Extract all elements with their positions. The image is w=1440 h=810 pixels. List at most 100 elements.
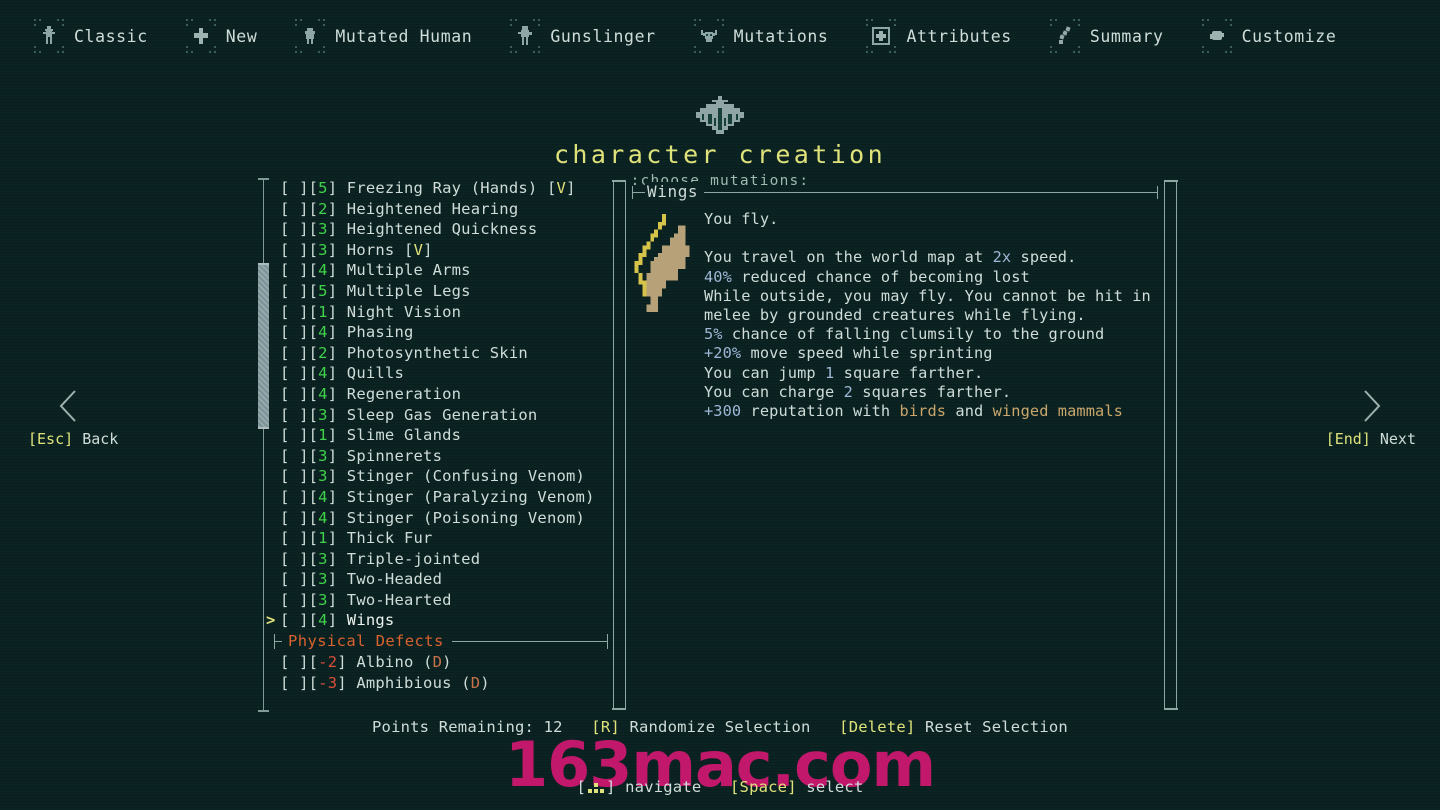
- checkbox[interactable]: [ ]: [280, 674, 309, 692]
- detail-line: While outside, you may fly. You cannot b…: [704, 286, 1151, 305]
- point-cost: 5: [318, 281, 328, 300]
- mutation-row[interactable]: [ ][1] Thick Fur: [280, 528, 608, 549]
- detail-line: +300 reputation with birds and winged ma…: [704, 402, 1160, 421]
- point-cost: 3: [318, 570, 328, 589]
- mutation-row[interactable]: [ ][3] Two-Hearted: [280, 590, 608, 611]
- mutation-row[interactable]: [ ][3] Spinnerets: [280, 446, 608, 467]
- point-cost: 3: [318, 467, 328, 486]
- checkbox[interactable]: [ ]: [280, 241, 309, 259]
- mutation-row[interactable]: [ ][3] Horns [V]: [280, 240, 608, 261]
- mutation-row[interactable]: [ ][3] Triple-jointed: [280, 549, 608, 570]
- mutation-name: Stinger (Poisoning Venom): [346, 508, 586, 527]
- checkbox[interactable]: [ ]: [280, 220, 309, 238]
- detail-frame-cap-bl: [612, 708, 626, 710]
- mutation-row[interactable]: [ ][3] Heightened Quickness: [280, 219, 608, 240]
- checkbox[interactable]: [ ]: [280, 488, 309, 506]
- mutation-row[interactable]: >[ ][4] Wings: [266, 610, 608, 631]
- mutation-row[interactable]: [ ][5] Freezing Ray (Hands) [V]: [280, 178, 608, 199]
- wing-sprite-icon: [630, 210, 698, 320]
- nav-item-summary[interactable]: Summary: [1049, 13, 1202, 59]
- checkbox[interactable]: [ ]: [280, 282, 309, 300]
- list-scrollbar[interactable]: [258, 178, 269, 712]
- checkbox[interactable]: [ ]: [280, 591, 309, 609]
- mutation-name: Heightened Hearing: [346, 199, 519, 218]
- detail-line: 5% chance of falling clumsily to the gro…: [704, 325, 1160, 344]
- checkbox[interactable]: [ ]: [280, 385, 309, 403]
- checkbox[interactable]: [ ]: [280, 261, 309, 279]
- back-label: Back: [82, 430, 119, 448]
- mutation-row[interactable]: [ ][4] Phasing: [280, 322, 608, 343]
- checkbox[interactable]: [ ]: [280, 611, 309, 629]
- checkbox[interactable]: [ ]: [280, 529, 309, 547]
- next-hint[interactable]: [End] Next: [1326, 430, 1416, 448]
- plus-new-icon: [185, 19, 216, 53]
- nav-item-attributes[interactable]: Attributes: [866, 13, 1049, 59]
- detail-text: move speed while sprinting: [741, 344, 993, 363]
- nav-item-gunslinger[interactable]: Gunslinger: [510, 13, 693, 59]
- chevron-right-icon[interactable]: [1360, 388, 1384, 428]
- mutation-row[interactable]: [ ][1] Night Vision: [280, 302, 608, 323]
- nav-item-mutated-human[interactable]: Mutated Human: [295, 13, 510, 59]
- detail-value: +300: [704, 402, 742, 421]
- mutation-name: Triple-jointed: [346, 549, 481, 568]
- mutation-name: Two-Hearted: [346, 590, 452, 609]
- mutation-name: Slime Glands: [346, 426, 462, 445]
- detail-line: You fly.: [704, 210, 779, 228]
- mutation-row[interactable]: [ ][2] Photosynthetic Skin: [280, 343, 608, 364]
- detail-value: 1: [825, 363, 835, 382]
- checkbox[interactable]: [ ]: [280, 653, 309, 671]
- mutation-row[interactable]: [ ][4] Stinger (Paralyzing Venom): [280, 487, 608, 508]
- checkbox[interactable]: [ ]: [280, 323, 309, 341]
- mutation-row[interactable]: [ ][3] Sleep Gas Generation: [280, 405, 608, 426]
- nav-item-new[interactable]: New: [185, 13, 296, 59]
- breadcrumb-nav: Classic New Mutated Human Gunslinger Mutatio…: [0, 0, 1440, 72]
- checkbox[interactable]: [ ]: [280, 447, 309, 465]
- nav-item-customize[interactable]: Customize: [1201, 13, 1375, 59]
- point-cost: 4: [318, 611, 328, 630]
- mutation-row[interactable]: [ ][3] Two-Headed: [280, 569, 608, 590]
- mutation-row[interactable]: [ ][3] Stinger (Confusing Venom): [280, 466, 608, 487]
- select-key[interactable]: [Space]: [730, 778, 797, 796]
- mutation-row[interactable]: [ ][4] Quills: [280, 363, 608, 384]
- detail-text: chance of falling clumsily to the ground: [722, 325, 1105, 344]
- mutation-row[interactable]: [ ][4] Regeneration: [280, 384, 608, 405]
- checkbox[interactable]: [ ]: [280, 200, 309, 218]
- checkbox[interactable]: [ ]: [280, 303, 309, 321]
- nav-item-classic[interactable]: Classic: [34, 13, 186, 59]
- point-cost: 2: [318, 343, 328, 362]
- checkbox[interactable]: [ ]: [280, 344, 309, 362]
- checkbox[interactable]: [ ]: [280, 550, 309, 568]
- detail-text: speed.: [1011, 248, 1077, 267]
- detail-line: You can charge 2 squares farther.: [704, 383, 1160, 402]
- back-key: [Esc]: [28, 430, 74, 448]
- mutation-row[interactable]: [ ][5] Multiple Legs: [280, 281, 608, 302]
- next-key: [End]: [1325, 430, 1371, 448]
- randomize-label[interactable]: Randomize Selection: [629, 718, 810, 736]
- mutation-row[interactable]: [ ][4] Multiple Arms: [280, 260, 608, 281]
- scrollbar-thumb[interactable]: [258, 263, 269, 429]
- checkbox[interactable]: [ ]: [280, 406, 309, 424]
- chevron-left-icon[interactable]: [56, 388, 80, 428]
- mutated-human-icon: [295, 19, 326, 53]
- checkbox[interactable]: [ ]: [280, 179, 309, 197]
- point-cost: 4: [318, 487, 328, 506]
- reset-label[interactable]: Reset Selection: [925, 718, 1068, 736]
- mutation-row[interactable]: [ ][-3] Amphibious (D): [280, 673, 608, 694]
- point-cost: 5: [318, 179, 328, 197]
- detail-text: You can charge: [704, 382, 844, 401]
- mutation-tag: D: [432, 653, 443, 672]
- checkbox[interactable]: [ ]: [280, 426, 309, 444]
- back-hint[interactable]: [Esc] Back: [28, 430, 118, 448]
- reset-key[interactable]: [Delete]: [839, 718, 915, 736]
- mutation-row[interactable]: [ ][4] Stinger (Poisoning Venom): [280, 508, 608, 529]
- mutation-row[interactable]: [ ][2] Heightened Hearing: [280, 199, 608, 220]
- nav-item-mutations[interactable]: Mutations: [693, 13, 867, 59]
- mutation-row[interactable]: [ ][1] Slime Glands: [280, 425, 608, 446]
- checkbox[interactable]: [ ]: [280, 509, 309, 527]
- checkbox[interactable]: [ ]: [280, 467, 309, 485]
- checkbox[interactable]: [ ]: [280, 364, 309, 382]
- mutation-row[interactable]: [ ][-2] Albino (D): [280, 652, 608, 673]
- checkbox[interactable]: [ ]: [280, 570, 309, 588]
- randomize-key[interactable]: [R]: [591, 718, 620, 736]
- mutation-name: Freezing Ray (Hands): [346, 179, 538, 197]
